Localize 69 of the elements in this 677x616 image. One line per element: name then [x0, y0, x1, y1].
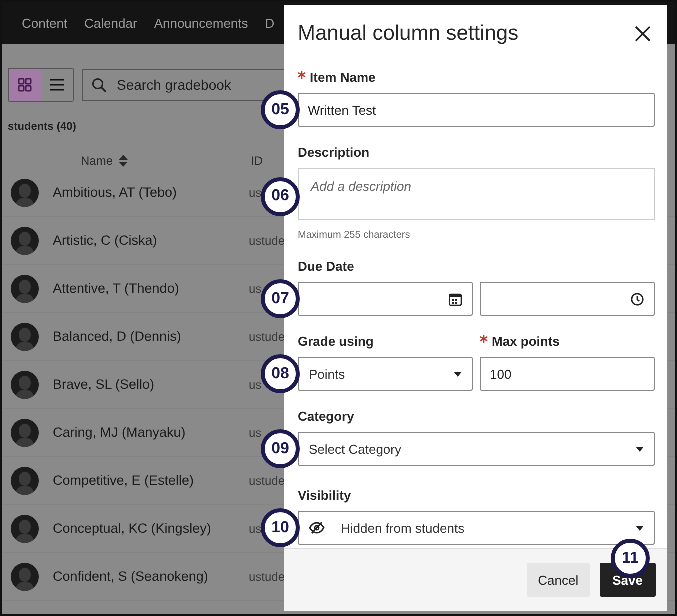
avatar-icon	[11, 514, 39, 542]
student-id: us	[249, 282, 262, 296]
grade-dropdown[interactable]: Points	[298, 357, 473, 391]
field-label: Category	[298, 408, 354, 424]
student-id: us	[249, 426, 262, 440]
student-name[interactable]: Conceptual, KC (Kingsley)	[53, 521, 235, 536]
avatar-icon	[11, 466, 39, 494]
student-id: ustude	[249, 474, 286, 488]
max-points-field[interactable]: 100	[480, 357, 655, 391]
step-number: 05	[261, 90, 300, 130]
student-id: us	[249, 186, 262, 200]
column-header[interactable]: ID	[251, 154, 263, 168]
calendar-icon[interactable]	[449, 292, 462, 306]
visibility-dropdown[interactable]: Hidden from students	[298, 511, 655, 545]
avatar-icon	[11, 178, 39, 206]
student-name[interactable]: Competitive, E (Estelle)	[53, 473, 235, 488]
item-name-field[interactable]: Written Test	[298, 93, 655, 127]
step-number: 09	[261, 430, 300, 468]
avatar-icon	[11, 226, 39, 254]
caret-icon	[636, 446, 644, 452]
avatar-icon	[11, 322, 39, 350]
student-name[interactable]: Confident, S (Seanokeng)	[53, 569, 235, 584]
field-label: Max points	[492, 334, 560, 348]
student-id: ustude	[249, 234, 286, 248]
field-label: Due Date	[298, 258, 354, 274]
column-header[interactable]: Name	[81, 154, 114, 168]
student-id: us	[249, 522, 262, 536]
nav-link[interactable]: Announcements	[154, 16, 248, 30]
nav-link[interactable]: Calendar	[84, 16, 138, 30]
caret-icon	[454, 372, 462, 376]
step-number: 10	[261, 508, 300, 548]
date-field[interactable]	[298, 282, 473, 316]
hidden-eye-icon	[309, 522, 325, 534]
field-label: Description	[298, 144, 370, 160]
menu-icon	[50, 79, 64, 91]
time-field[interactable]	[480, 282, 655, 316]
nav-link[interactable]: D	[265, 16, 275, 30]
student-count: students (40)	[8, 121, 76, 133]
grid-icon	[18, 78, 32, 92]
clock-icon[interactable]	[631, 292, 644, 306]
search-icon	[92, 78, 107, 93]
student-name[interactable]: Attentive, T (Thendo)	[53, 281, 235, 296]
avatar-icon	[11, 370, 39, 398]
sort-icon[interactable]	[119, 155, 128, 167]
view-toggle-button[interactable]	[9, 69, 41, 101]
close-icon[interactable]	[635, 26, 651, 42]
student-id: ustude	[249, 570, 286, 584]
field-hint: Maximum 255 characters	[298, 230, 412, 241]
description-field[interactable]: Add a description	[298, 168, 655, 220]
student-name[interactable]: Ambitious, AT (Tebo)	[53, 185, 235, 200]
field-label: Grade using	[298, 334, 374, 348]
nav-link[interactable]: Content	[22, 16, 68, 30]
student-name[interactable]: Balanced, D (Dennis)	[53, 329, 235, 344]
dialog-title: Manual column settings	[298, 22, 519, 46]
cancel-button[interactable]: Cancel	[527, 563, 590, 597]
caret-icon	[636, 526, 644, 530]
avatar-icon	[11, 562, 39, 590]
student-id: ustude	[249, 330, 286, 344]
step-number: 06	[261, 177, 300, 216]
field-label: Visibility	[298, 488, 352, 502]
student-name[interactable]: Artistic, C (Ciska)	[53, 233, 235, 248]
avatar-icon	[11, 418, 39, 446]
student-name[interactable]: Brave, SL (Sello)	[53, 377, 235, 392]
step-number: 07	[261, 280, 300, 318]
student-name[interactable]: Caring, MJ (Manyaku)	[53, 425, 235, 440]
category-dropdown[interactable]: Select Category	[298, 432, 655, 466]
step-number: 08	[261, 354, 300, 394]
student-id: us	[249, 378, 262, 392]
avatar-icon	[11, 274, 39, 302]
